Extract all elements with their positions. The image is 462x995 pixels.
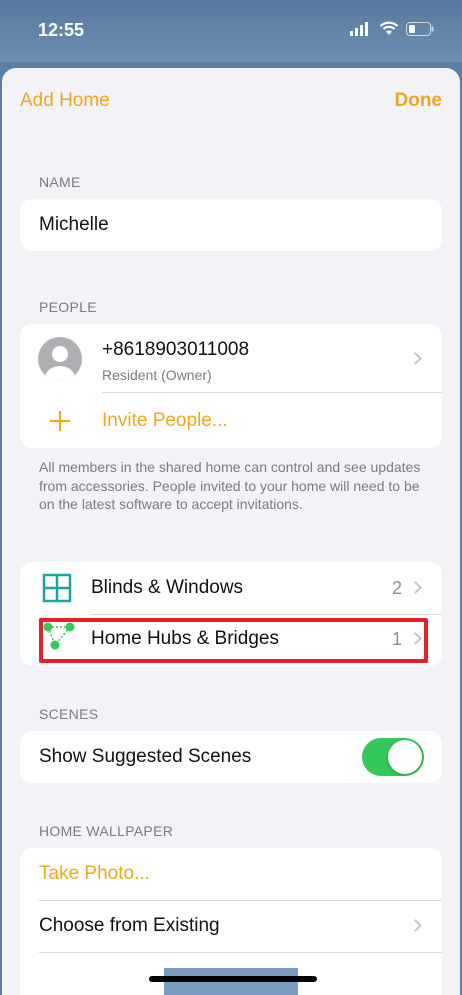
person-icon: [45, 346, 75, 381]
invite-people-row[interactable]: Invite People...: [20, 393, 442, 448]
scenes-section-label: SCENES: [39, 706, 99, 722]
scenes-card: Show Suggested Scenes: [20, 731, 442, 783]
avatar: [38, 337, 82, 381]
divider: [39, 952, 442, 953]
cellular-signal-icon: [350, 21, 368, 36]
plus-icon: [50, 411, 70, 431]
home-name-field[interactable]: Michelle: [39, 214, 109, 236]
invite-people-label: Invite People...: [102, 410, 228, 431]
show-suggested-scenes-label: Show Suggested Scenes: [39, 746, 252, 767]
home-indicator[interactable]: [149, 976, 317, 982]
toggle-knob: [388, 740, 422, 774]
blinds-windows-count: 2: [391, 578, 402, 598]
blinds-icon: [42, 573, 72, 603]
wallpaper-section-label: HOME WALLPAPER: [39, 823, 174, 839]
chevron-right-icon: [409, 919, 422, 932]
show-suggested-scenes-toggle[interactable]: [362, 738, 424, 776]
take-photo-row[interactable]: Take Photo...: [20, 848, 442, 900]
member-role: Resident (Owner): [102, 367, 212, 383]
blinds-windows-row[interactable]: Blinds & Windows 2: [20, 562, 442, 614]
highlight-box: [39, 618, 428, 663]
people-footnote: All members in the shared home can contr…: [39, 459, 421, 512]
people-card: +8618903011008 Resident (Owner) Invite P…: [20, 324, 442, 448]
chevron-right-icon: [409, 581, 422, 594]
people-section-label: PEOPLE: [39, 299, 97, 315]
choose-from-existing-row[interactable]: Choose from Existing: [20, 901, 442, 952]
add-home-sheet: Add Home Done NAME Michelle PEOPLE +8618…: [2, 68, 460, 995]
member-phone: +8618903011008: [102, 339, 250, 360]
name-field-card[interactable]: Michelle: [20, 199, 442, 251]
battery-icon: [406, 21, 434, 36]
wifi-icon: [379, 21, 399, 35]
choose-from-existing-label: Choose from Existing: [39, 915, 220, 936]
done-button[interactable]: Done: [395, 90, 443, 112]
blinds-windows-label: Blinds & Windows: [91, 577, 244, 598]
member-row[interactable]: +8618903011008 Resident (Owner): [20, 324, 442, 392]
take-photo-label: Take Photo...: [39, 863, 150, 884]
name-section-label: NAME: [39, 174, 81, 190]
add-home-title[interactable]: Add Home: [20, 90, 110, 112]
status-icons: [350, 21, 434, 36]
chevron-right-icon: [409, 352, 422, 365]
status-bar: 12:55: [0, 0, 462, 62]
status-time: 12:55: [38, 20, 85, 40]
